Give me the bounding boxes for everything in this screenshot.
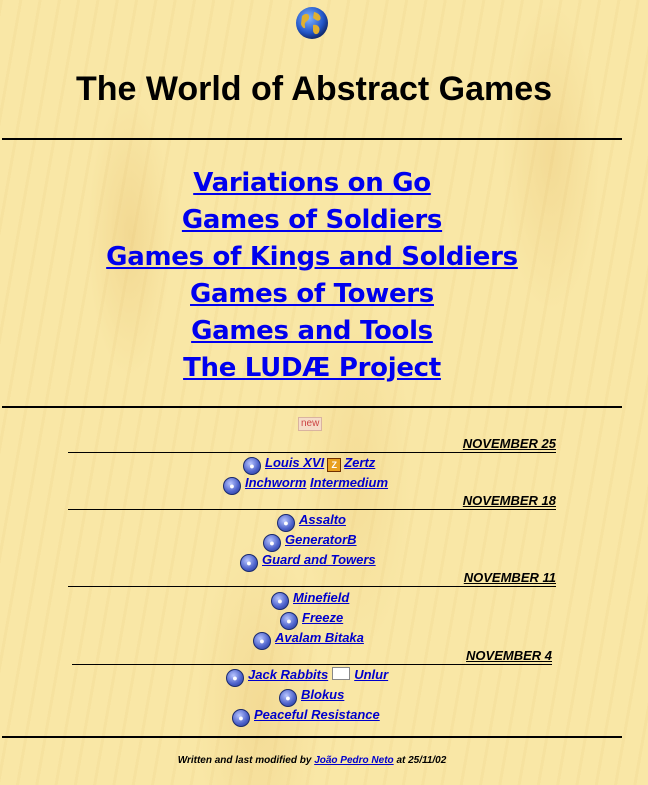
- game-ball-icon: ●: [263, 534, 281, 552]
- divider: [2, 736, 622, 738]
- game-link[interactable]: Freeze: [302, 610, 343, 625]
- page-title: The World of Abstract Games: [75, 70, 553, 108]
- link-games-and-tools[interactable]: Games and Tools: [0, 313, 624, 350]
- section-date: NOVEMBER 25: [68, 436, 556, 453]
- game-link[interactable]: GeneratorB: [285, 532, 357, 547]
- footer-date: at 25/11/02: [396, 755, 447, 766]
- section-date: NOVEMBER 11: [68, 570, 556, 587]
- game-link[interactable]: Unlur: [354, 667, 388, 682]
- link-ludae-project[interactable]: The LUDÆ Project: [0, 350, 624, 387]
- unlur-icon: [332, 667, 351, 680]
- section-date: NOVEMBER 4: [72, 648, 552, 665]
- game-link[interactable]: Zertz: [344, 455, 375, 470]
- globe-icon: [296, 7, 328, 39]
- list-item: ● Freeze: [280, 609, 343, 630]
- link-games-of-soldiers[interactable]: Games of Soldiers: [0, 202, 624, 239]
- game-link[interactable]: Avalam Bitaka: [275, 630, 364, 645]
- game-ball-icon: ●: [243, 457, 261, 475]
- link-games-of-towers[interactable]: Games of Towers: [0, 276, 624, 313]
- zertz-icon: Z: [327, 458, 342, 472]
- game-link[interactable]: Blokus: [301, 687, 344, 702]
- list-item: ● Jack Rabbits Unlur: [226, 666, 388, 687]
- link-games-of-kings-and-soldiers[interactable]: Games of Kings and Soldiers: [0, 239, 624, 276]
- list-item: ● Guard and Towers: [240, 551, 376, 572]
- list-item: ● Avalam Bitaka: [253, 629, 364, 650]
- list-item: ● Blokus: [279, 686, 344, 707]
- game-link[interactable]: Jack Rabbits: [248, 667, 328, 682]
- game-link[interactable]: Minefield: [293, 590, 349, 605]
- game-link[interactable]: Inchworm: [245, 475, 306, 490]
- list-item: ● Minefield: [271, 589, 349, 610]
- game-link[interactable]: Assalto: [299, 512, 346, 527]
- divider: [2, 406, 622, 408]
- footer: Written and last modified by João Pedro …: [0, 755, 624, 766]
- author-link[interactable]: João Pedro Neto: [314, 755, 393, 766]
- game-link[interactable]: Peaceful Resistance: [254, 707, 380, 722]
- game-link[interactable]: Guard and Towers: [262, 552, 376, 567]
- game-ball-icon: ●: [280, 612, 298, 630]
- footer-text: Written and last modified by: [177, 755, 312, 766]
- list-item: ● Inchworm Intermedium: [223, 474, 388, 495]
- divider: [2, 138, 622, 140]
- game-ball-icon: ●: [271, 592, 289, 610]
- game-ball-icon: ●: [279, 689, 297, 707]
- game-ball-icon: ●: [232, 709, 250, 727]
- game-link[interactable]: Louis XVI: [265, 455, 324, 470]
- section-date: NOVEMBER 18: [68, 493, 556, 510]
- main-nav: Variations on Go Games of Soldiers Games…: [0, 165, 624, 387]
- link-variations-on-go[interactable]: Variations on Go: [0, 165, 624, 202]
- list-item: ● Peaceful Resistance: [232, 706, 380, 727]
- game-ball-icon: ●: [226, 669, 244, 687]
- game-ball-icon: ●: [277, 514, 295, 532]
- list-item: ● Louis XVI Z Zertz: [243, 454, 375, 475]
- list-item: ● GeneratorB: [263, 531, 357, 552]
- list-item: ● Assalto: [277, 511, 346, 532]
- new-badge: new: [298, 417, 323, 431]
- game-link[interactable]: Intermedium: [310, 475, 388, 490]
